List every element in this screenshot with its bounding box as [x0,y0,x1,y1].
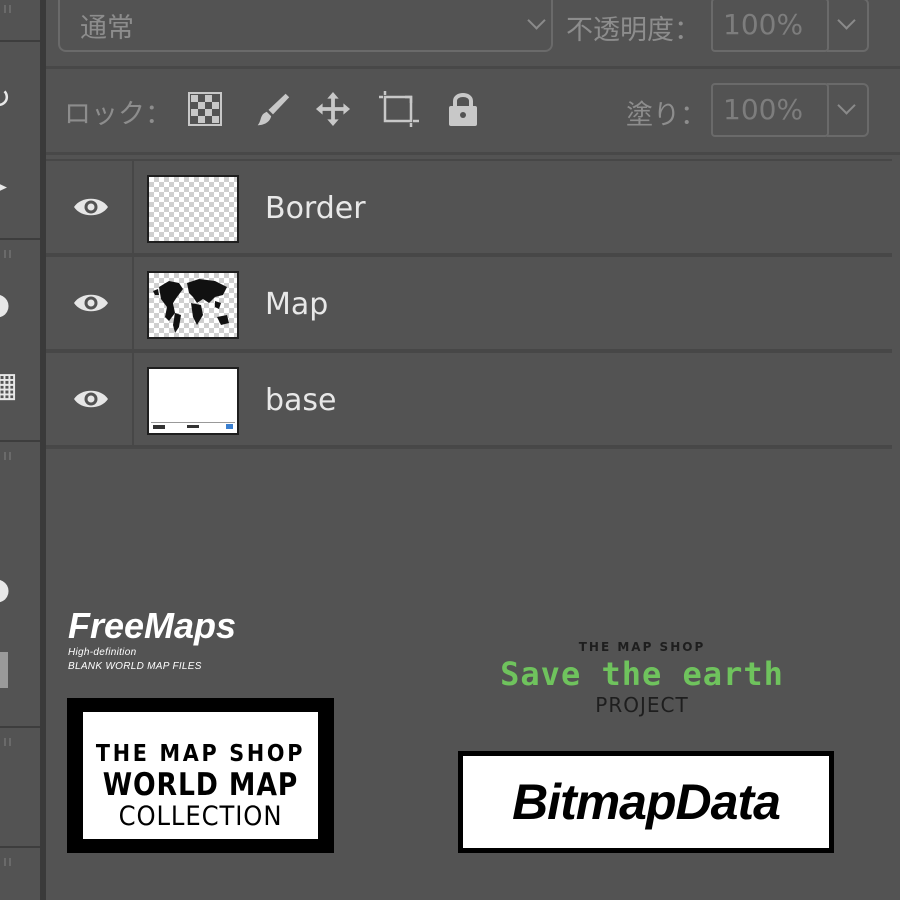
lock-transparent-pixels-icon[interactable] [188,91,222,127]
tool-icon[interactable]: ● [0,290,10,320]
world-map-icon [153,279,229,333]
opacity-dropdown-button[interactable] [827,0,869,52]
tool-separator [0,726,40,728]
opacity-input[interactable]: 100% [711,0,829,52]
blend-mode-value: 通常 [80,13,134,44]
lock-position-icon[interactable] [314,91,352,127]
opacity-value: 100% [723,8,804,41]
lock-all-icon[interactable] [446,91,480,127]
map-shop-logo: THE MAP SHOP WORLD MAP COLLECTION [67,698,334,853]
panel-grip[interactable] [4,5,16,13]
earth-title: Save the earth [500,655,784,693]
freemaps-logo: FreeMaps High-definition BLANK WORLD MAP… [68,606,236,674]
fill-value: 100% [723,93,804,126]
tool-separator [0,846,40,848]
layer-row-map[interactable]: Map [46,255,892,351]
chevron-down-icon [837,11,856,30]
layer-name[interactable]: base [265,383,337,418]
layer-name[interactable]: Border [265,191,366,226]
visibility-toggle[interactable] [46,257,134,349]
earth-project: PROJECT [595,693,689,717]
lock-image-pixels-icon[interactable] [253,91,293,127]
map-shop-line-3: COLLECTION [118,801,283,832]
tool-icon[interactable]: ➤ [0,172,8,202]
freemaps-title: FreeMaps [68,605,237,646]
earth-kicker: THE MAP SHOP [578,640,706,654]
panel-separator [46,152,900,155]
chevron-down-icon [837,96,856,115]
lock-label: ロック： [64,99,172,130]
eye-icon [74,198,108,216]
freemaps-subtitle-1: High-definition [68,647,137,658]
thumbnail-footer [151,422,235,431]
eye-icon [74,390,108,408]
panel-separator [46,447,892,449]
tool-icon[interactable]: ▯ [0,490,3,524]
tool-separator [0,238,40,240]
bitmapdata-text: BitmapData [512,774,781,830]
panel-grip[interactable] [4,858,16,866]
panel-grip[interactable] [4,738,16,746]
layer-thumbnail[interactable] [147,271,239,339]
layer-row-border[interactable]: Border [46,159,892,255]
layer-thumbnail[interactable] [147,175,239,243]
save-the-earth-logo: THE MAP SHOP Save the earth PROJECT [480,640,804,716]
layer-thumbnail[interactable] [147,367,239,435]
panel-grip[interactable] [4,250,16,258]
fill-label: 塗り： [626,100,707,131]
lock-artboard-icon[interactable] [379,91,419,127]
tool-separator [0,40,40,42]
tool-icon[interactable]: ↻ [0,84,11,114]
fill-input[interactable]: 100% [711,83,829,137]
opacity-label: 不透明度： [566,15,701,46]
chevron-down-icon [527,11,546,30]
panel-grip[interactable] [4,452,16,460]
blend-mode-select[interactable]: 通常 [58,0,553,52]
tool-icon[interactable] [0,652,8,688]
bitmapdata-logo: BitmapData [458,751,834,853]
visibility-toggle[interactable] [46,161,134,253]
panel-separator [46,66,900,69]
layer-row-base[interactable]: base [46,351,892,447]
tool-icon[interactable]: ● [0,575,10,605]
eye-icon [74,294,108,312]
fill-dropdown-button[interactable] [827,83,869,137]
visibility-toggle[interactable] [46,353,134,445]
map-shop-line-2: WORLD MAP [102,767,299,803]
tools-panel: ↻ ➤ ● ▦ ▯ ● ℓ [0,0,40,900]
tool-separator [0,440,40,442]
freemaps-subtitle-2: BLANK WORLD MAP FILES [68,661,202,672]
layer-name[interactable]: Map [265,287,328,322]
tool-icon[interactable]: ▦ [0,368,18,402]
map-shop-line-1: THE MAP SHOP [95,741,306,767]
